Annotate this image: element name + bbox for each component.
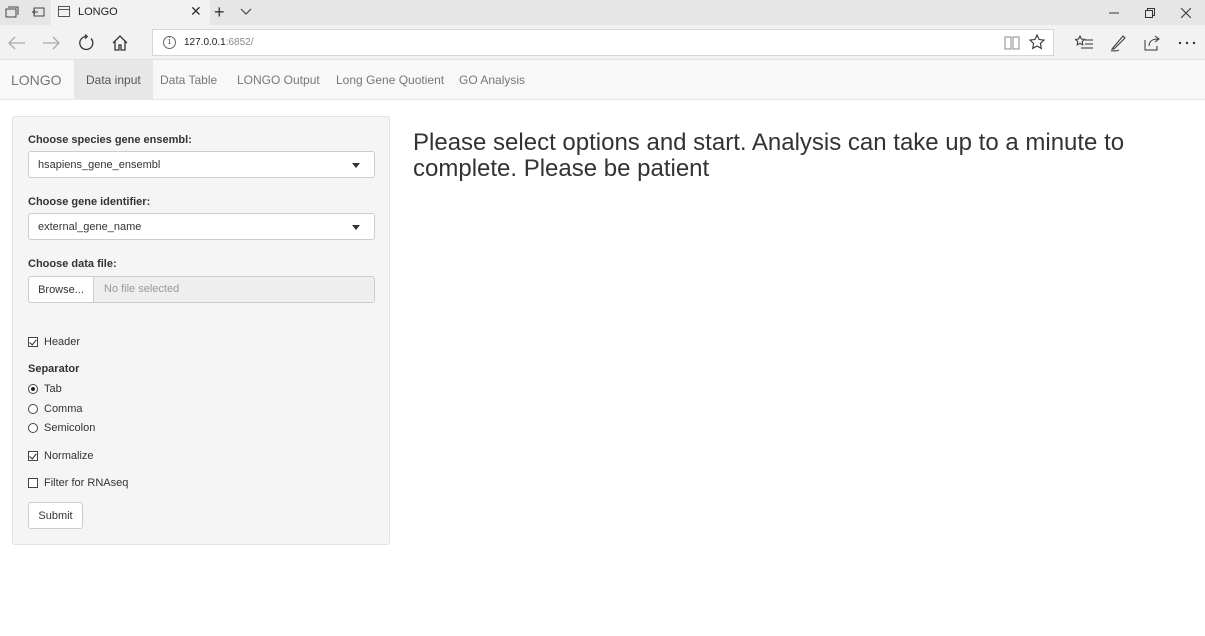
browse-button[interactable]: Browse... xyxy=(28,276,94,303)
home-icon[interactable] xyxy=(110,33,130,53)
file-input: Browse... No file selected xyxy=(28,276,375,303)
normalize-checkbox[interactable] xyxy=(28,451,38,461)
input-sidebar: Choose species gene ensembl: hsapiens_ge… xyxy=(12,116,390,545)
filter-checkbox-row[interactable]: Filter for RNAseq xyxy=(28,476,128,490)
identifier-value: external_gene_name xyxy=(38,221,142,233)
header-checkbox-row[interactable]: Header xyxy=(28,335,80,349)
share-icon[interactable] xyxy=(1142,33,1162,53)
normalize-checkbox-row[interactable]: Normalize xyxy=(28,449,94,463)
back-icon[interactable] xyxy=(7,33,27,53)
radio-semicolon-row[interactable]: Semicolon xyxy=(28,421,95,435)
close-tab-icon[interactable]: ✕ xyxy=(190,4,202,18)
submit-button[interactable]: Submit xyxy=(28,502,83,529)
file-name-field[interactable]: No file selected xyxy=(93,276,375,303)
tab-list-icon[interactable] xyxy=(4,4,20,20)
caret-down-icon xyxy=(352,163,360,168)
file-label: Choose data file: xyxy=(28,258,117,270)
radio-semicolon-label: Semicolon xyxy=(44,422,96,434)
radio-tab[interactable] xyxy=(28,384,38,394)
forward-icon[interactable] xyxy=(41,33,61,53)
browser-navbar: i 127.0.0.1:6852/ xyxy=(0,25,1205,60)
address-bar[interactable]: i 127.0.0.1:6852/ xyxy=(152,29,1054,56)
status-message: Please select options and start. Analysi… xyxy=(413,129,1125,182)
browser-tab[interactable]: LONGO ✕ xyxy=(51,0,210,25)
new-tab-icon[interactable]: + xyxy=(214,2,225,22)
star-icon[interactable] xyxy=(1028,33,1046,55)
tab-longo-output[interactable]: LONGO Output xyxy=(225,60,332,99)
caret-down-icon xyxy=(352,225,360,230)
close-window-icon[interactable] xyxy=(1168,0,1204,25)
url-text: 127.0.0.1:6852/ xyxy=(184,37,254,48)
header-checkbox-label: Header xyxy=(44,336,81,348)
reading-view-icon[interactable] xyxy=(1004,35,1020,56)
app-navbar: LONGO Data input Data Table LONGO Output… xyxy=(0,60,1205,100)
minimize-icon[interactable] xyxy=(1096,0,1132,25)
tab-title: LONGO xyxy=(78,6,118,18)
browser-titlebar: LONGO ✕ + xyxy=(0,0,1205,25)
restore-icon[interactable] xyxy=(1132,0,1168,25)
separator-label: Separator xyxy=(28,363,80,375)
tab-data-input[interactable]: Data input xyxy=(74,60,153,99)
species-select[interactable]: hsapiens_gene_ensembl xyxy=(28,151,375,178)
identifier-label: Choose gene identifier: xyxy=(28,196,151,208)
identifier-select[interactable]: external_gene_name xyxy=(28,213,375,240)
filter-rnaseq-label: Filter for RNAseq xyxy=(44,477,129,489)
radio-semicolon[interactable] xyxy=(28,423,38,433)
app-brand[interactable]: LONGO xyxy=(11,72,62,88)
chevron-down-icon[interactable] xyxy=(239,4,253,23)
favorites-icon[interactable] xyxy=(1074,33,1094,53)
radio-tab-row[interactable]: Tab xyxy=(28,382,62,396)
set-aside-tabs-icon[interactable] xyxy=(30,4,46,20)
radio-tab-label: Tab xyxy=(44,383,62,395)
more-icon[interactable] xyxy=(1177,33,1197,53)
filter-rnaseq-checkbox[interactable] xyxy=(28,478,38,488)
page-icon xyxy=(58,6,70,17)
species-label: Choose species gene ensembl: xyxy=(28,134,192,146)
header-checkbox[interactable] xyxy=(28,337,38,347)
radio-comma-label: Comma xyxy=(44,403,83,415)
normalize-checkbox-label: Normalize xyxy=(44,450,94,462)
tab-go-analysis[interactable]: GO Analysis xyxy=(447,60,537,99)
refresh-icon[interactable] xyxy=(76,33,96,53)
radio-comma[interactable] xyxy=(28,404,38,414)
info-icon[interactable]: i xyxy=(163,36,176,49)
tab-data-table[interactable]: Data Table xyxy=(148,60,229,99)
tab-long-gene-quotient[interactable]: Long Gene Quotient xyxy=(324,60,456,99)
pen-icon[interactable] xyxy=(1108,33,1128,53)
species-value: hsapiens_gene_ensembl xyxy=(38,159,161,171)
radio-comma-row[interactable]: Comma xyxy=(28,402,83,416)
